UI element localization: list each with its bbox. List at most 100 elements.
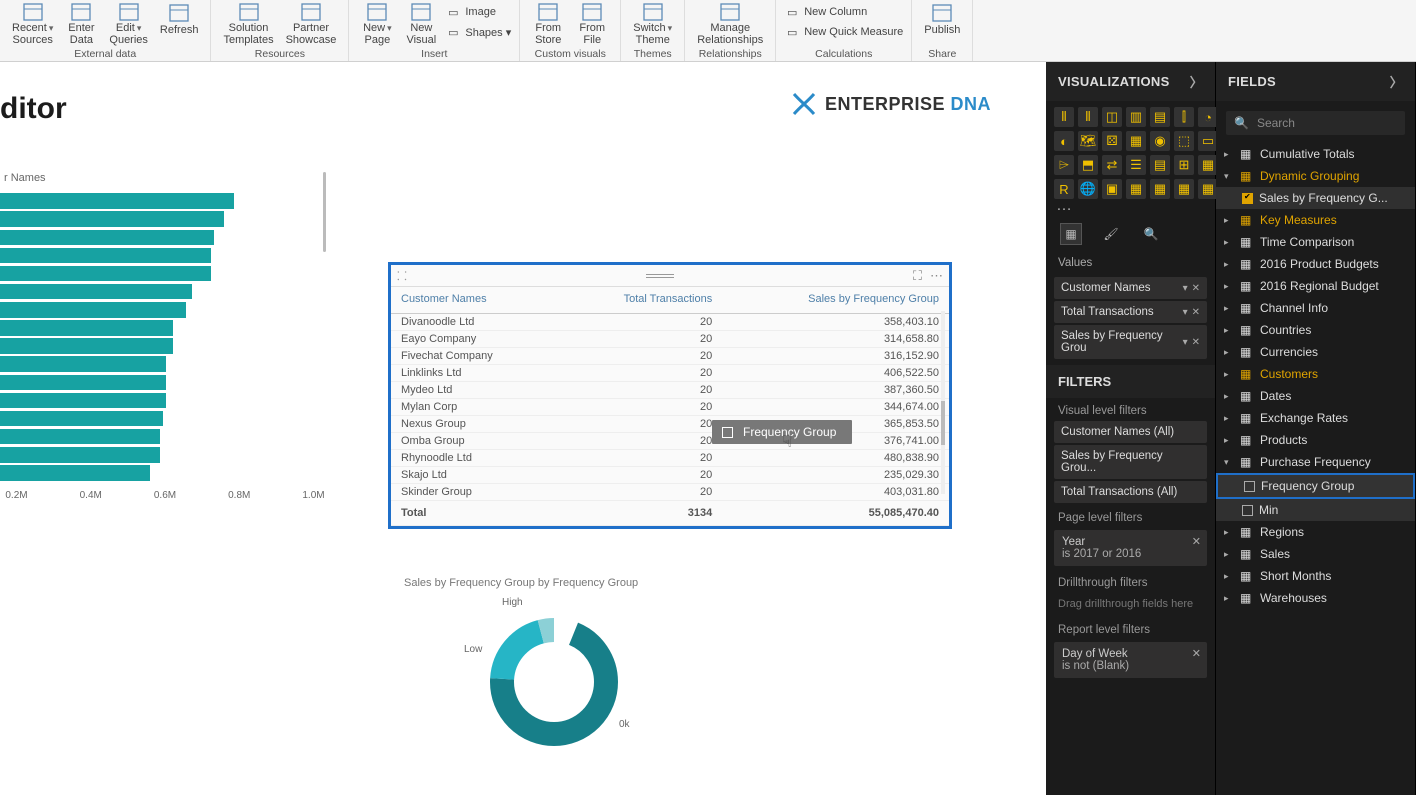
manage-relationships[interactable]: ManageRelationships	[693, 2, 767, 46]
field-table[interactable]: ▾▦Dynamic Grouping	[1216, 165, 1415, 187]
bar[interactable]	[0, 266, 211, 282]
field-table[interactable]: ▸▦Currencies	[1216, 341, 1415, 363]
new-quick-measure[interactable]: ▭New Quick Measure	[784, 22, 903, 42]
fields-search-input[interactable]: 🔍 Search	[1226, 111, 1405, 135]
report-filter-dayofweek[interactable]: Day of Week is not (Blank) ✕	[1054, 642, 1207, 678]
bar[interactable]	[0, 211, 224, 227]
table-row[interactable]: Skinder Group20403,031.80	[391, 484, 949, 501]
column-header[interactable]: Customer Names	[391, 287, 559, 314]
bar[interactable]	[0, 465, 150, 481]
field-item[interactable]: Sales by Frequency G...	[1216, 187, 1415, 209]
viz-type-icon[interactable]: ☰	[1126, 155, 1146, 175]
chevron-right-icon[interactable]: 〉	[1390, 72, 1403, 91]
viz-type-icon[interactable]: ▣	[1102, 179, 1122, 199]
image[interactable]: ▭Image	[445, 2, 511, 22]
viz-type-icon[interactable]: ⬚	[1174, 131, 1194, 151]
viz-type-icon[interactable]: R	[1054, 179, 1074, 199]
viz-type-icon[interactable]: ▦	[1174, 179, 1194, 199]
viz-type-icon[interactable]: ▥	[1126, 107, 1146, 127]
focus-mode-icon[interactable]: ⛶	[913, 268, 922, 284]
field-table[interactable]: ▸▦Key Measures	[1216, 209, 1415, 231]
viz-type-icon[interactable]: ⫴	[1054, 107, 1074, 127]
table-row[interactable]: Linklinks Ltd20406,522.50	[391, 365, 949, 382]
viz-more-icon[interactable]: …	[1046, 199, 1215, 213]
field-table[interactable]: ▸▦Time Comparison	[1216, 231, 1415, 253]
close-icon[interactable]: ✕	[1192, 647, 1201, 660]
value-field-pill[interactable]: Sales by Frequency Grou▾✕	[1054, 325, 1207, 359]
table-row[interactable]: Mylan Corp20344,674.00	[391, 399, 949, 416]
from-store[interactable]: FromStore	[528, 2, 568, 46]
visual-filter-pill[interactable]: Sales by Frequency Grou...	[1054, 445, 1207, 479]
new-visual[interactable]: NewVisual	[401, 2, 441, 46]
viz-type-icon[interactable]: 🗺	[1078, 131, 1098, 151]
publish[interactable]: Publish	[920, 2, 964, 46]
bar[interactable]	[0, 429, 160, 445]
viz-type-icon[interactable]: ▤	[1150, 155, 1170, 175]
value-field-pill[interactable]: Total Transactions▾✕	[1054, 301, 1207, 323]
table-row[interactable]: Omba Group20376,741.00	[391, 433, 949, 450]
table-row[interactable]: Rhynoodle Ltd20480,838.90	[391, 450, 949, 467]
field-table[interactable]: ▸▦Customers	[1216, 363, 1415, 385]
bar[interactable]	[0, 411, 163, 427]
visual-drag-handle-center[interactable]	[646, 274, 674, 278]
field-item[interactable]: Frequency Group	[1216, 473, 1415, 499]
bar-chart-visual[interactable]: r Names 0.2M0.4M0.6M0.8M1.0M	[0, 172, 340, 501]
table-visual[interactable]: ⸬ ⛶ ⋯ Customer NamesTotal TransactionsSa…	[388, 262, 952, 529]
viz-type-icon[interactable]: ▦	[1126, 131, 1146, 151]
close-icon[interactable]: ✕	[1192, 535, 1201, 548]
field-table[interactable]: ▸▦Sales	[1216, 543, 1415, 565]
table-row[interactable]: Nexus Group20365,853.50	[391, 416, 949, 433]
bar[interactable]	[0, 284, 192, 300]
field-table[interactable]: ▸▦2016 Product Budgets	[1216, 253, 1415, 275]
table-scrollbar[interactable]	[941, 311, 945, 494]
bar[interactable]	[0, 193, 234, 209]
new-column[interactable]: ▭New Column	[784, 2, 903, 22]
field-table[interactable]: ▸▦Cumulative Totals	[1216, 143, 1415, 165]
edit-queries[interactable]: EditQueries	[105, 2, 152, 46]
viz-type-icon[interactable]: ⬒	[1078, 155, 1098, 175]
viz-type-icon[interactable]: ▦	[1198, 155, 1218, 175]
viz-type-icon[interactable]: ⌲	[1054, 155, 1074, 175]
new-page[interactable]: NewPage	[357, 2, 397, 46]
recent-sources[interactable]: RecentSources	[8, 2, 57, 46]
column-header[interactable]: Sales by Frequency Group	[722, 287, 949, 314]
viz-type-icon[interactable]: ◐	[1054, 131, 1074, 151]
field-table[interactable]: ▸▦2016 Regional Budget	[1216, 275, 1415, 297]
field-table[interactable]: ▸▦Dates	[1216, 385, 1415, 407]
table-row[interactable]: Skajo Ltd20235,029.30	[391, 467, 949, 484]
format-tab-icon[interactable]: 🖌	[1100, 223, 1122, 245]
bar[interactable]	[0, 356, 166, 372]
page-filter-year[interactable]: Year is 2017 or 2016 ✕	[1054, 530, 1207, 566]
field-table[interactable]: ▾▦Purchase Frequency	[1216, 451, 1415, 473]
field-table[interactable]: ▸▦Countries	[1216, 319, 1415, 341]
more-options-icon[interactable]: ⋯	[930, 268, 943, 284]
viz-type-icon[interactable]: ◔	[1198, 107, 1218, 127]
enter-data[interactable]: EnterData	[61, 2, 101, 46]
bar[interactable]	[0, 230, 214, 246]
visual-filter-pill[interactable]: Customer Names (All)	[1054, 421, 1207, 443]
viz-type-icon[interactable]: ⫴	[1078, 107, 1098, 127]
report-canvas[interactable]: ditor ENTERPRISE DNA r Names 0.2M0.4M0.6…	[0, 62, 1046, 795]
viz-gallery[interactable]: ⫴⫴◫▥▤⫿◔◐🗺⚄▦◉⬚▭⌲⬒⇄☰▤⊞▦R🌐▣▦▦▦▦	[1046, 101, 1215, 199]
fields-tab-icon[interactable]: ▦	[1060, 223, 1082, 245]
viz-type-icon[interactable]: 🌐	[1078, 179, 1098, 199]
viz-type-icon[interactable]: ⊞	[1174, 155, 1194, 175]
viz-type-icon[interactable]: ▭	[1198, 131, 1218, 151]
bar[interactable]	[0, 447, 160, 463]
viz-type-icon[interactable]: ◫	[1102, 107, 1122, 127]
partner-showcase[interactable]: PartnerShowcase	[282, 2, 341, 46]
solution-templates[interactable]: SolutionTemplates	[219, 2, 277, 46]
field-table[interactable]: ▸▦Products	[1216, 429, 1415, 451]
switch-theme[interactable]: SwitchTheme	[629, 2, 676, 46]
visual-filter-pill[interactable]: Total Transactions (All)	[1054, 481, 1207, 503]
bar[interactable]	[0, 375, 166, 391]
bar[interactable]	[0, 338, 173, 354]
table-row[interactable]: Fivechat Company20316,152.90	[391, 348, 949, 365]
table-row[interactable]: Mydeo Ltd20387,360.50	[391, 382, 949, 399]
shapes[interactable]: ▭Shapes ▾	[445, 22, 511, 42]
analytics-tab-icon[interactable]: 🔍	[1140, 223, 1162, 245]
field-table[interactable]: ▸▦Warehouses	[1216, 587, 1415, 609]
field-table[interactable]: ▸▦Exchange Rates	[1216, 407, 1415, 429]
viz-type-icon[interactable]: ⇄	[1102, 155, 1122, 175]
viz-type-icon[interactable]: ▦	[1150, 179, 1170, 199]
